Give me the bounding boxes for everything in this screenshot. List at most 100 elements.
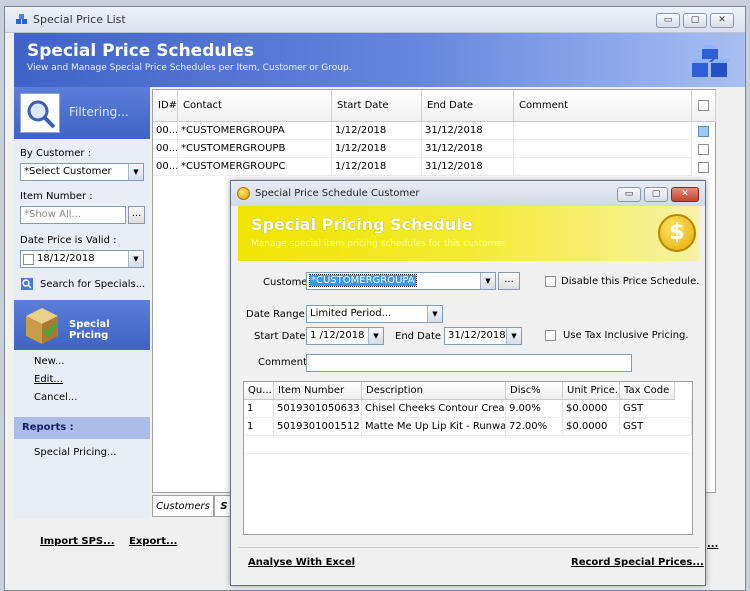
- record-special-prices-link[interactable]: Record Special Prices...: [571, 557, 704, 568]
- customer-value: *CUSTOMERGROUPA: [309, 274, 417, 287]
- new-row[interactable]: [244, 436, 692, 454]
- magnifier-icon: [20, 93, 60, 133]
- end-date-picker[interactable]: 31/12/2018 ▼: [444, 327, 522, 345]
- main-banner: Special Price Schedules View and Manage …: [14, 33, 745, 87]
- cell-disc: 9.00%: [506, 400, 563, 418]
- col-header-description[interactable]: Description: [362, 382, 506, 400]
- search-icon: [21, 278, 33, 290]
- special-pricing-label: Special Pricing: [69, 319, 110, 341]
- export-link[interactable]: Export...: [129, 536, 177, 547]
- cell-comment: [514, 140, 692, 158]
- chevron-down-icon[interactable]: ▼: [128, 164, 143, 180]
- cell-tax-code: GST: [620, 400, 692, 418]
- cell-item-number: 5019301001512: [274, 418, 362, 436]
- maximize-button[interactable]: ▢: [683, 13, 707, 28]
- col-header-disc[interactable]: Disc%: [506, 382, 563, 400]
- analyse-with-excel-link[interactable]: Analyse With Excel: [248, 557, 355, 568]
- chevron-down-icon[interactable]: ▼: [480, 273, 495, 289]
- truncated-link[interactable]: ...: [707, 539, 718, 550]
- customer-filter-value: *Select Customer: [24, 166, 112, 177]
- col-header-item-number[interactable]: Item Number: [274, 382, 362, 400]
- cell-start-date: 1/12/2018: [332, 122, 422, 140]
- dialog-maximize-button[interactable]: ▢: [644, 187, 668, 202]
- start-date-label: Start Date :: [254, 331, 313, 342]
- cell-comment: [514, 158, 692, 176]
- cell-unit-price: $0.0000: [563, 418, 620, 436]
- new-link[interactable]: New...: [34, 356, 64, 367]
- date-valid-picker[interactable]: 18/12/2018 ▼: [20, 250, 144, 268]
- banner-subtitle: View and Manage Special Price Schedules …: [27, 63, 352, 73]
- chevron-down-icon[interactable]: ▼: [427, 306, 442, 322]
- close-button[interactable]: ✕: [710, 13, 734, 28]
- col-header-unit-price[interactable]: Unit Price...: [563, 382, 620, 400]
- coin-icon: [237, 187, 250, 200]
- date-valid-label: Date Price is Valid :: [20, 235, 117, 246]
- reports-label: Reports :: [22, 422, 74, 433]
- dialog-title-bar: Special Price Schedule Customer ▭ ▢ ✕: [231, 181, 705, 206]
- disable-schedule-label: Disable this Price Schedule.: [561, 276, 700, 287]
- box-icon: [26, 308, 58, 344]
- chevron-down-icon[interactable]: ▼: [506, 328, 521, 344]
- dialog-minimize-button[interactable]: ▭: [617, 187, 641, 202]
- chevron-down-icon[interactable]: ▼: [368, 328, 383, 344]
- cell-unit-price: $0.0000: [563, 400, 620, 418]
- col-header-contact[interactable]: Contact: [178, 90, 332, 122]
- cell-contact: *CUSTOMERGROUPC: [178, 158, 332, 176]
- col-header-end-date[interactable]: End Date: [422, 90, 514, 122]
- date-range-select[interactable]: Limited Period... ▼: [306, 305, 443, 323]
- cell-id: 00...: [153, 140, 178, 158]
- dialog-close-button[interactable]: ✕: [671, 187, 699, 202]
- item-number-input[interactable]: *Show All...: [20, 206, 126, 224]
- item-number-label: Item Number :: [20, 191, 93, 202]
- cell-id: 00...: [153, 122, 178, 140]
- cell-item-number: 5019301050633: [274, 400, 362, 418]
- minimize-button[interactable]: ▭: [656, 13, 680, 28]
- date-enable-checkbox[interactable]: [23, 254, 34, 265]
- col-header-tax-code[interactable]: Tax Code: [620, 382, 675, 400]
- col-header-comment[interactable]: Comment: [514, 90, 692, 122]
- cell-end-date: 31/12/2018: [422, 158, 514, 176]
- start-date-picker[interactable]: 1 /12/2018 ▼: [306, 327, 384, 345]
- cell-start-date: 1/12/2018: [332, 158, 422, 176]
- comment-input[interactable]: [306, 354, 632, 372]
- edit-link[interactable]: Edit...: [34, 374, 63, 385]
- row-checkbox[interactable]: [698, 144, 709, 155]
- col-header-id[interactable]: ID#: [153, 90, 178, 122]
- title-bar: Special Price List ▭ ▢ ✕: [5, 7, 745, 33]
- cancel-link[interactable]: Cancel...: [34, 392, 77, 403]
- date-range-label: Date Range :: [246, 309, 312, 320]
- tax-inclusive-checkbox[interactable]: [545, 330, 556, 341]
- chevron-down-icon[interactable]: ▼: [128, 251, 143, 267]
- import-sps-link[interactable]: Import SPS...: [40, 536, 115, 547]
- cell-comment: [514, 122, 692, 140]
- row-checkbox[interactable]: [698, 126, 709, 137]
- cell-start-date: 1/12/2018: [332, 140, 422, 158]
- filtering-label: Filtering...: [69, 105, 129, 119]
- cell-disc: 72.00%: [506, 418, 563, 436]
- select-all-checkbox[interactable]: [698, 100, 709, 111]
- tab-customers[interactable]: Customers: [152, 495, 214, 517]
- cell-qty: 1: [244, 400, 274, 418]
- customer-filter-select[interactable]: *Select Customer ▼: [20, 163, 144, 181]
- left-panel: Filtering... By Customer : *Select Custo…: [14, 87, 150, 519]
- items-grid: Qu... Item Number Description Disc% Unit…: [243, 381, 693, 535]
- disable-schedule-checkbox[interactable]: [545, 276, 556, 287]
- cell-contact: *CUSTOMERGROUPB: [178, 140, 332, 158]
- customer-select[interactable]: *CUSTOMERGROUPA ▼: [306, 272, 496, 290]
- customer-browse-button[interactable]: ...: [498, 272, 520, 290]
- end-date-value: 31/12/2018: [448, 330, 506, 341]
- customer-label: Customer: [263, 277, 312, 288]
- item-browse-button[interactable]: ...: [128, 206, 145, 224]
- row-checkbox[interactable]: [698, 162, 709, 173]
- col-header-qty[interactable]: Qu...: [244, 382, 274, 400]
- special-price-schedule-customer-dialog: Special Price Schedule Customer ▭ ▢ ✕ Sp…: [230, 180, 706, 586]
- col-header-select[interactable]: [692, 90, 716, 122]
- cell-tax-code: GST: [620, 418, 692, 436]
- special-pricing-header: Special Pricing: [14, 300, 150, 350]
- cell-qty: 1: [244, 418, 274, 436]
- date-valid-value: 18/12/2018: [37, 253, 95, 264]
- search-specials-link[interactable]: Search for Specials...: [40, 279, 145, 290]
- col-header-start-date[interactable]: Start Date: [332, 90, 422, 122]
- window-title: Special Price List: [33, 13, 126, 26]
- report-special-pricing-link[interactable]: Special Pricing...: [34, 447, 116, 458]
